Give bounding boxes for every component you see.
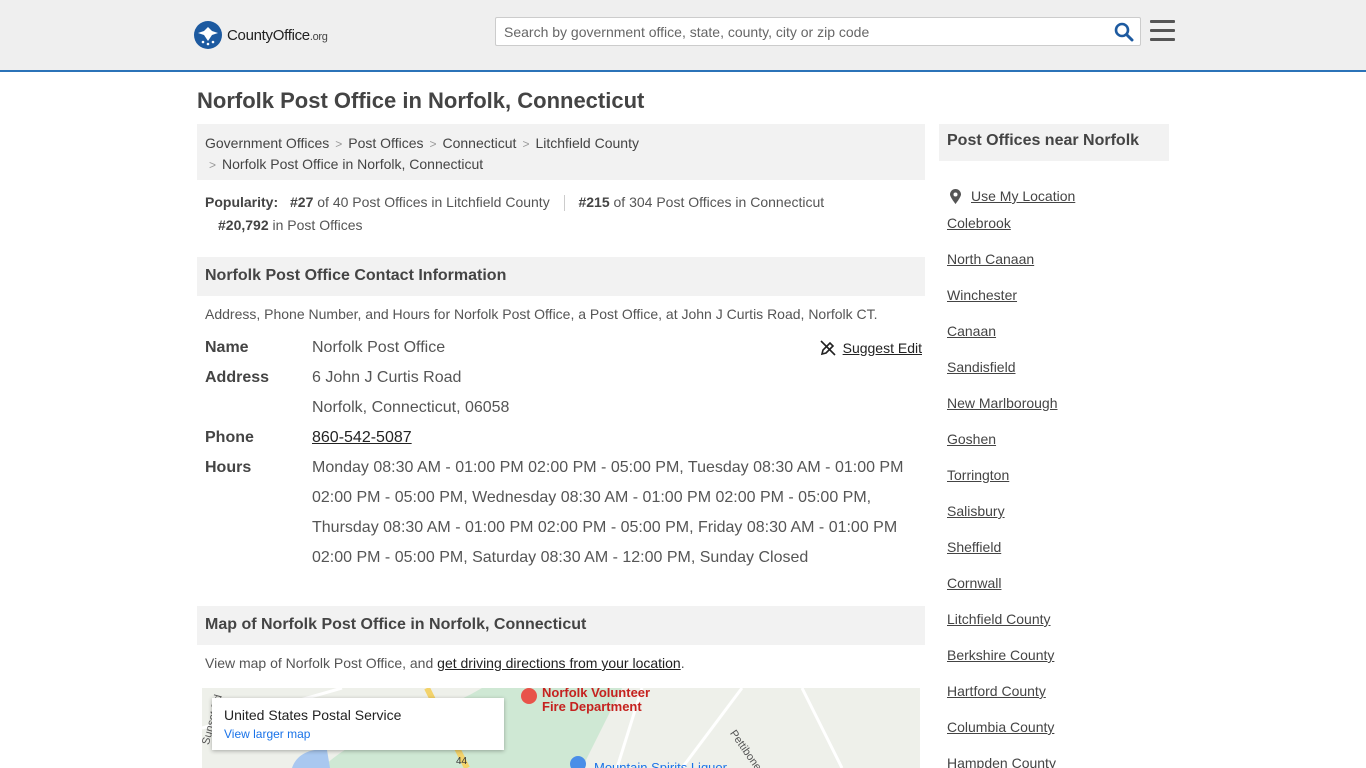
chevron-right-icon: > [335,137,343,151]
popularity-label: Popularity: [205,194,279,210]
map-pin-icon [950,188,961,204]
chevron-right-icon: > [522,137,530,151]
breadcrumb-government-offices[interactable]: Government Offices [205,135,329,151]
nearby-list: Use My Location Colebrook North Canaan W… [947,178,1169,768]
nearby-torrington[interactable]: Torrington [947,467,1009,483]
search-box [495,17,1141,46]
nearby-hartford-county[interactable]: Hartford County [947,683,1046,699]
nearby-sandisfield[interactable]: Sandisfield [947,359,1016,375]
contact-heading: Norfolk Post Office Contact Information [197,257,925,296]
rank-national-text: in Post Offices [272,217,363,233]
hours-row: Hours Monday 08:30 AM - 01:00 PM 02:00 P… [205,453,925,573]
hours-value: Monday 08:30 AM - 01:00 PM 02:00 PM - 05… [312,459,904,566]
suggest-edit-link[interactable]: Suggest Edit [843,340,922,356]
map-label-route: 44 [456,756,468,767]
view-larger-map-link[interactable]: View larger map [224,727,492,741]
map-label-fire-dept-2: Fire Department [542,699,642,714]
breadcrumb-post-offices[interactable]: Post Offices [348,135,423,151]
breadcrumb-litchfield-county[interactable]: Litchfield County [535,135,639,151]
search-input[interactable] [504,22,1104,42]
breadcrumb-connecticut[interactable]: Connecticut [443,135,517,151]
site-logo[interactable]: CountyOffice.org [194,21,328,49]
logo-wordmark: CountyOffice.org [227,26,328,44]
popularity-ranks: Popularity: #27 of 40 Post Offices in Li… [205,191,925,237]
address-label: Address [205,369,270,386]
site-header: CountyOffice.org [0,0,1366,72]
map-heading: Map of Norfolk Post Office in Norfolk, C… [197,606,925,645]
nearby-cornwall[interactable]: Cornwall [947,575,1001,591]
rank-county-text: of 40 Post Offices in Litchfield County [317,194,550,210]
divider [563,195,565,212]
embedded-map[interactable]: Norfolk Volunteer Fire Department Pettib… [202,688,920,768]
nearby-berkshire-county[interactable]: Berkshire County [947,647,1054,663]
suggest-edit[interactable]: Suggest Edit [820,340,922,356]
nearby-litchfield-county[interactable]: Litchfield County [947,611,1051,627]
nearby-new-marlborough[interactable]: New Marlborough [947,395,1058,411]
edit-pencil-icon [820,340,836,356]
address-line1: 6 John J Curtis Road [312,369,462,386]
map-label-liquor: Mountain Spirits Liquor [594,760,727,768]
driving-directions-link[interactable]: get driving directions from your locatio… [437,655,681,671]
name-row: Name Norfolk Post Office Suggest Edit [205,333,925,363]
nearby-winchester[interactable]: Winchester [947,287,1017,303]
breadcrumb: Government Offices > Post Offices > Connecti… [197,124,925,180]
rank-state: #215 [578,194,610,210]
nearby-sheffield[interactable]: Sheffield [947,539,1001,555]
use-my-location-link[interactable]: Use My Location [971,187,1075,205]
phone-link[interactable]: 860-542-5087 [312,429,412,446]
rank-state-text: of 304 Post Offices in Connecticut [613,194,825,210]
phone-label: Phone [205,429,254,446]
contact-info: Name Norfolk Post Office Suggest Edit Ad… [205,333,925,573]
nearby-canaan[interactable]: Canaan [947,323,996,339]
sidebar-heading: Post Offices near Norfolk [939,124,1169,161]
map-card-title: United States Postal Service [224,707,402,723]
page-title: Norfolk Post Office in Norfolk, Connecti… [197,88,645,113]
contact-description: Address, Phone Number, and Hours for Nor… [205,306,878,322]
nearby-salisbury[interactable]: Salisbury [947,503,1005,519]
map-description: View map of Norfolk Post Office, and get… [205,655,685,671]
hamburger-menu-icon[interactable] [1150,20,1175,42]
rank-county: #27 [290,194,314,210]
chevron-right-icon: > [209,158,217,172]
breadcrumb-current: Norfolk Post Office in Norfolk, Connecti… [222,156,484,172]
chevron-right-icon: > [429,137,437,151]
rank-national: #20,792 [218,217,269,233]
address-row: Address 6 John J Curtis Road Norfolk, Co… [205,363,925,423]
map-info-card: United States Postal Service View larger… [212,698,504,750]
nearby-goshen[interactable]: Goshen [947,431,996,447]
search-icon[interactable] [1114,22,1134,42]
nearby-hampden-county[interactable]: Hampden County [947,755,1056,768]
nearby-columbia-county[interactable]: Columbia County [947,719,1054,735]
phone-row: Phone 860-542-5087 [205,423,925,453]
hours-label: Hours [205,459,252,476]
nearby-colebrook[interactable]: Colebrook [947,215,1011,231]
address-line2: Norfolk, Connecticut, 06058 [312,399,510,416]
name-label: Name [205,339,249,356]
use-location-item: Use My Location [947,178,1169,214]
eagle-logo-icon [194,21,222,49]
nearby-north-canaan[interactable]: North Canaan [947,251,1034,267]
